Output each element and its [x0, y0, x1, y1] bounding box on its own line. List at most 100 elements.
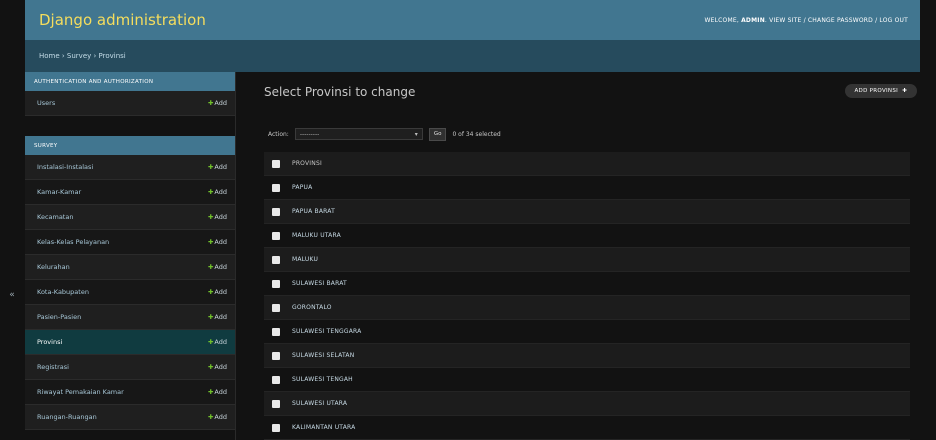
- sidebar-item: Kota-Kabupaten ✚Add: [25, 280, 235, 305]
- provinsi-link[interactable]: GORONTALO: [292, 304, 332, 311]
- row-checkbox[interactable]: [272, 423, 280, 432]
- add-link-label: Add: [214, 338, 227, 346]
- nav-sidebar: AUTHENTICATION AND AUTHORIZATION Users ✚Ad…: [25, 72, 236, 440]
- row-checkbox[interactable]: [272, 231, 280, 240]
- action-select[interactable]: --------- ▾: [294, 128, 423, 140]
- provinsi-link[interactable]: PAPUA BARAT: [292, 208, 335, 215]
- select-all-checkbox[interactable]: [272, 159, 280, 168]
- go-button[interactable]: Go: [428, 127, 447, 141]
- sidebar-item: Users ✚Add: [25, 91, 235, 116]
- sidebar-item-label[interactable]: Registrasi: [37, 363, 69, 371]
- log-out-link[interactable]: LOG OUT: [879, 17, 908, 24]
- table-row: MALUKU UTARA: [264, 224, 910, 248]
- sidebar-item-label[interactable]: Kelurahan: [37, 263, 70, 271]
- add-link[interactable]: ✚Add: [208, 363, 227, 371]
- add-link[interactable]: ✚Add: [208, 99, 227, 107]
- plus-icon: ✚: [207, 263, 214, 271]
- provinsi-link[interactable]: MALUKU UTARA: [292, 232, 341, 239]
- nav-sidebar-toggle[interactable]: «: [6, 287, 18, 303]
- table-row: SULAWESI SELATAN: [264, 344, 910, 368]
- add-link[interactable]: ✚Add: [208, 238, 227, 246]
- sidebar-item-label[interactable]: Provinsi: [37, 338, 62, 346]
- page-title: Select Provinsi to change: [264, 85, 416, 99]
- sidebar-item-label[interactable]: Kelas-Kelas Pelayanan: [37, 238, 109, 246]
- table-row: GORONTALO: [264, 296, 910, 320]
- add-link[interactable]: ✚Add: [208, 188, 227, 196]
- selection-counter: 0 of 34 selected: [452, 130, 501, 138]
- row-checkbox[interactable]: [272, 399, 280, 408]
- row-checkbox[interactable]: [272, 207, 280, 216]
- sidebar-item: Provinsi ✚Add: [25, 330, 235, 355]
- sidebar-item: Registrasi ✚Add: [25, 355, 235, 380]
- provinsi-link[interactable]: KALIMANTAN UTARA: [292, 424, 355, 431]
- plus-icon: ✚: [207, 388, 214, 396]
- username: ADMIN: [741, 16, 765, 24]
- provinsi-link[interactable]: SULAWESI BARAT: [292, 280, 347, 287]
- add-link[interactable]: ✚Add: [208, 263, 227, 271]
- change-password-link[interactable]: CHANGE PASSWORD: [808, 17, 873, 24]
- row-checkbox[interactable]: [272, 183, 280, 192]
- app-caption[interactable]: AUTHENTICATION AND AUTHORIZATION: [25, 72, 235, 91]
- sidebar-item-label[interactable]: Riwayat Pemakaian Kamar: [37, 388, 124, 396]
- provinsi-link[interactable]: SULAWESI TENGGARA: [292, 328, 361, 335]
- row-checkbox[interactable]: [272, 375, 280, 384]
- sidebar-item-label[interactable]: Pasien-Pasien: [37, 313, 81, 321]
- row-checkbox[interactable]: [272, 327, 280, 336]
- table-header-row: PROVINSI: [264, 152, 910, 176]
- welcome-text: WELCOME,: [704, 16, 739, 24]
- add-link[interactable]: ✚Add: [208, 313, 227, 321]
- site-branding[interactable]: Django administration: [39, 11, 206, 29]
- row-checkbox[interactable]: [272, 255, 280, 264]
- plus-icon: ✚: [207, 288, 214, 296]
- add-link[interactable]: ✚Add: [208, 213, 227, 221]
- add-link[interactable]: ✚Add: [208, 413, 227, 421]
- sidebar-item-label[interactable]: Ruangan-Ruangan: [37, 413, 97, 421]
- add-link[interactable]: ✚Add: [208, 163, 227, 171]
- sidebar-item-label[interactable]: Kota-Kabupaten: [37, 288, 89, 296]
- plus-icon: ✚: [207, 238, 214, 246]
- breadcrumb: Home › Survey › Provinsi: [25, 40, 920, 72]
- breadcrumb-survey[interactable]: Survey: [67, 52, 91, 60]
- actions-bar: Action: --------- ▾ Go 0 of 34 selected: [268, 127, 501, 141]
- add-link-label: Add: [214, 388, 227, 396]
- table-row: SULAWESI UTARA: [264, 392, 910, 416]
- result-list: PROVINSI PAPUA PAPUA BARAT MALUKU UTARA MAL…: [264, 152, 910, 440]
- add-provinsi-button[interactable]: ADD PROVINSI ✚: [844, 84, 917, 98]
- sidebar-item-label[interactable]: Instalasi-Instalasi: [37, 163, 93, 171]
- provinsi-link[interactable]: SULAWESI UTARA: [292, 400, 347, 407]
- sidebar-item: Instalasi-Instalasi ✚Add: [25, 155, 235, 180]
- provinsi-link[interactable]: MALUKU: [292, 256, 318, 263]
- user-tools: WELCOME, ADMIN. VIEW SITE / CHANGE PASSW…: [704, 16, 908, 24]
- app-caption[interactable]: SURVEY: [25, 136, 235, 155]
- sidebar-item: Kecamatan ✚Add: [25, 205, 235, 230]
- plus-icon: ✚: [207, 313, 214, 321]
- table-body: PAPUA PAPUA BARAT MALUKU UTARA MALUKU SULAWE…: [264, 176, 910, 440]
- plus-icon: ✚: [207, 99, 214, 107]
- row-checkbox[interactable]: [272, 279, 280, 288]
- row-checkbox[interactable]: [272, 351, 280, 360]
- view-site-link[interactable]: VIEW SITE: [769, 17, 801, 24]
- table-row: SULAWESI TENGGARA: [264, 320, 910, 344]
- add-link[interactable]: ✚Add: [208, 388, 227, 396]
- plus-icon: ✚: [207, 163, 214, 171]
- table-row: SULAWESI BARAT: [264, 272, 910, 296]
- plus-icon: ✚: [207, 188, 214, 196]
- add-link-label: Add: [214, 263, 227, 271]
- add-link[interactable]: ✚Add: [208, 288, 227, 296]
- chevron-down-icon: ▾: [414, 130, 418, 138]
- plus-icon: ✚: [207, 338, 214, 346]
- sidebar-item-label[interactable]: Users: [37, 99, 55, 107]
- add-link[interactable]: ✚Add: [208, 338, 227, 346]
- sidebar-item-label[interactable]: Kamar-Kamar: [37, 188, 81, 196]
- breadcrumb-home[interactable]: Home: [39, 52, 60, 60]
- provinsi-link[interactable]: SULAWESI TENGAH: [292, 376, 353, 383]
- plus-icon: ✚: [207, 413, 214, 421]
- column-header-provinsi[interactable]: PROVINSI: [292, 160, 322, 167]
- provinsi-link[interactable]: SULAWESI SELATAN: [292, 352, 354, 359]
- add-link-label: Add: [214, 238, 227, 246]
- add-link-label: Add: [214, 213, 227, 221]
- row-checkbox[interactable]: [272, 303, 280, 312]
- provinsi-link[interactable]: PAPUA: [292, 184, 312, 191]
- sidebar-item-label[interactable]: Kecamatan: [37, 213, 73, 221]
- plus-icon: ✚: [902, 88, 907, 94]
